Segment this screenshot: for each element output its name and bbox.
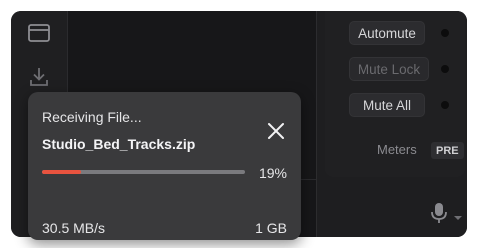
mixer-panel: Automute Mute Lock Mute All Meters PRE — [316, 11, 467, 237]
download-icon[interactable] — [27, 65, 51, 89]
transfer-speed: 30.5 MB/s — [42, 220, 106, 236]
muteall-button[interactable]: Mute All — [349, 93, 425, 117]
file-size: 1 GB — [255, 220, 287, 236]
progress-fill — [42, 170, 81, 174]
close-icon[interactable] — [266, 121, 286, 141]
microphone-icon[interactable] — [430, 202, 448, 224]
automute-led — [441, 29, 449, 37]
pre-badge[interactable]: PRE — [431, 142, 464, 159]
progress-percent: 19% — [258, 165, 287, 181]
card-icon[interactable] — [27, 21, 51, 45]
file-transfer-toast: Receiving File... Studio_Bed_Tracks.zip … — [28, 92, 301, 240]
meters-label: Meters — [377, 142, 417, 157]
chevron-down-icon[interactable] — [453, 209, 463, 220]
mutelock-button[interactable]: Mute Lock — [349, 57, 429, 81]
mutelock-led — [441, 65, 449, 73]
toast-heading: Receiving File... — [42, 109, 142, 125]
mixer-controls: Automute Mute Lock Mute All Meters PRE — [325, 11, 465, 177]
toast-filename: Studio_Bed_Tracks.zip — [42, 136, 196, 152]
progress-bar — [42, 170, 245, 174]
muteall-led — [441, 101, 449, 109]
automute-button[interactable]: Automute — [349, 21, 425, 45]
